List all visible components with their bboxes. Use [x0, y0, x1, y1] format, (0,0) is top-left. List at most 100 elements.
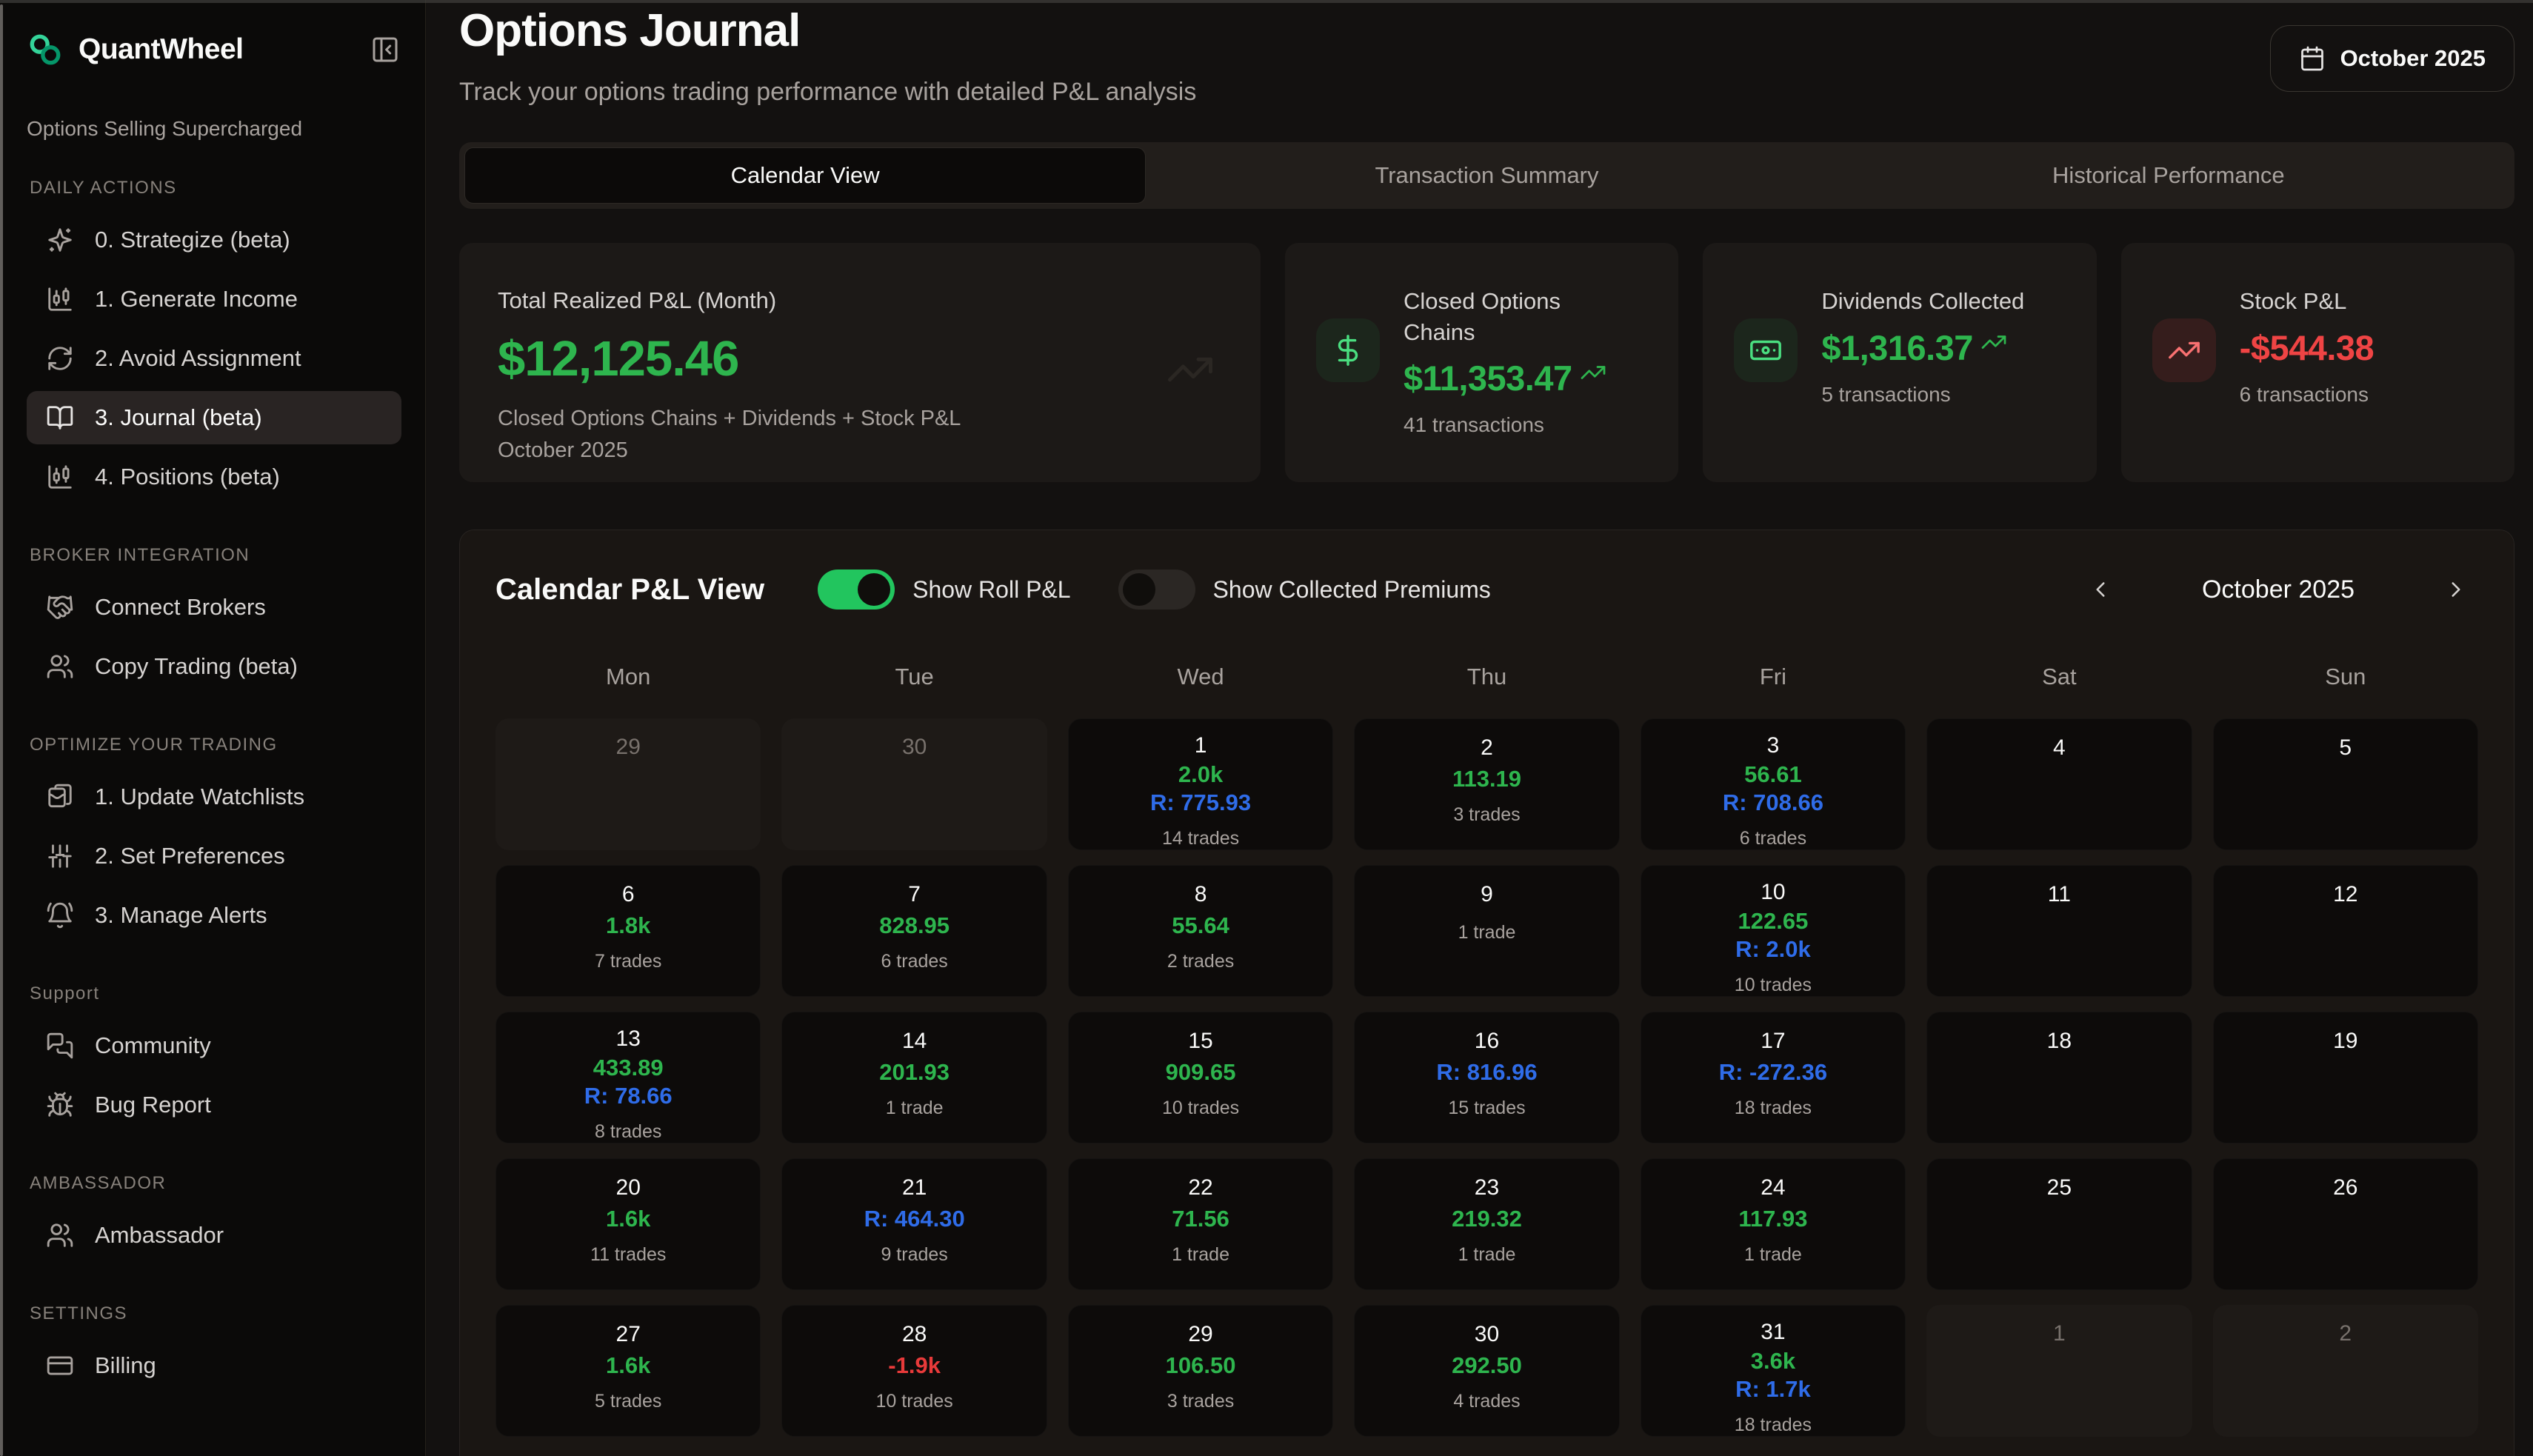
day-number: 5 — [2339, 731, 2352, 765]
calendar-day-cell-9[interactable]: 91 trade — [1354, 865, 1619, 997]
calendar-day-cell-19[interactable]: 19 — [2213, 1012, 2478, 1143]
day-trades-count: 6 trades — [1740, 828, 1806, 849]
sidebar-item-1-update-watchlists[interactable]: 1. Update Watchlists — [27, 770, 401, 824]
calendar-day-cell-10[interactable]: 10122.65R: 2.0k10 trades — [1641, 865, 1906, 997]
day-number: 22 — [1188, 1171, 1212, 1205]
sidebar-section: AMBASSADOR Ambassador — [27, 1173, 401, 1262]
day-trades-count: 3 trades — [1167, 1391, 1234, 1412]
sidebar-collapse-button[interactable] — [369, 33, 401, 66]
day-pnl: 828.95 — [879, 912, 950, 941]
calendar-day-cell-adjacent-1[interactable]: 1 — [1926, 1305, 2192, 1437]
sidebar-item-bug-report[interactable]: Bug Report — [27, 1078, 401, 1132]
page-subtitle: Track your options trading performance w… — [459, 78, 1196, 107]
users-icon — [46, 652, 74, 681]
sidebar-section-label: BROKER INTEGRATION — [30, 545, 401, 566]
day-trades-count: 8 trades — [595, 1121, 661, 1143]
sidebar-item-4-positions-beta[interactable]: 4. Positions (beta) — [27, 450, 401, 504]
sidebar-item-1-generate-income[interactable]: 1. Generate Income — [27, 273, 401, 326]
book-open-icon — [46, 404, 74, 432]
calendar-day-cell-27[interactable]: 271.6k5 trades — [495, 1305, 761, 1437]
calendar-day-cell-21[interactable]: 21R: 464.309 trades — [781, 1158, 1047, 1290]
sidebar-item-0-strategize-beta[interactable]: 0. Strategize (beta) — [27, 213, 401, 267]
day-header-thu: Thu — [1354, 664, 1619, 690]
calendar-day-cell-3[interactable]: 356.61R: 708.666 trades — [1641, 718, 1906, 850]
sidebar-item-2-avoid-assignment[interactable]: 2. Avoid Assignment — [27, 332, 401, 385]
sidebar-section: BROKER INTEGRATION Connect Brokers Copy Tr… — [27, 545, 401, 693]
calendar-day-cell-24[interactable]: 24117.931 trade — [1641, 1158, 1906, 1290]
tab-transaction-summary[interactable]: Transaction Summary — [1146, 147, 1827, 204]
window-scrollbar[interactable] — [0, 4, 3, 1456]
sidebar-item-community[interactable]: Community — [27, 1019, 401, 1072]
stat-desc: Closed Options Chains + Dividends + Stoc… — [498, 407, 1222, 431]
sidebar-item-ambassador[interactable]: Ambassador — [27, 1209, 401, 1262]
day-header-sun: Sun — [2213, 664, 2478, 690]
calendar-day-cell-adjacent-29[interactable]: 29 — [495, 718, 761, 850]
calendar-day-cell-17[interactable]: 17R: -272.3618 trades — [1641, 1012, 1906, 1143]
calendar-day-cell-30[interactable]: 30292.504 trades — [1354, 1305, 1619, 1437]
calendar-day-cell-22[interactable]: 2271.561 trade — [1068, 1158, 1333, 1290]
calendar-day-cell-adjacent-2[interactable]: 2 — [2213, 1305, 2478, 1437]
handshake-icon — [46, 593, 74, 621]
prev-month-button[interactable] — [2078, 567, 2123, 612]
day-pnl: 201.93 — [879, 1058, 950, 1087]
calendar-day-cell-16[interactable]: 16R: 816.9615 trades — [1354, 1012, 1619, 1143]
toggle-show-roll-p-l[interactable] — [818, 570, 895, 610]
calendar-day-cell-23[interactable]: 23219.321 trade — [1354, 1158, 1619, 1290]
day-trades-count: 4 trades — [1453, 1391, 1520, 1412]
day-roll-pnl: R: 464.30 — [864, 1205, 965, 1234]
sidebar-item-billing[interactable]: Billing — [27, 1339, 401, 1392]
day-header-fri: Fri — [1641, 664, 1906, 690]
calendar-day-cell-13[interactable]: 13433.89R: 78.668 trades — [495, 1012, 761, 1143]
window-top-edge — [0, 0, 2533, 3]
day-header-sat: Sat — [1926, 664, 2192, 690]
calendar-day-cell-14[interactable]: 14201.931 trade — [781, 1012, 1047, 1143]
day-number: 10 — [1761, 878, 1785, 907]
view-tabs: Calendar ViewTransaction SummaryHistoric… — [459, 142, 2514, 209]
calendar-day-cell-7[interactable]: 7828.956 trades — [781, 865, 1047, 997]
calendar-day-cell-1[interactable]: 12.0kR: 775.9314 trades — [1068, 718, 1333, 850]
day-trades-count: 10 trades — [1735, 975, 1812, 996]
sidebar-item-3-manage-alerts[interactable]: 3. Manage Alerts — [27, 889, 401, 942]
calendar-day-cell-11[interactable]: 11 — [1926, 865, 2192, 997]
sidebar-section-label: AMBASSADOR — [30, 1173, 401, 1194]
calendar-day-cell-12[interactable]: 12 — [2213, 865, 2478, 997]
tab-calendar-view[interactable]: Calendar View — [464, 147, 1146, 204]
calendar-day-cell-2[interactable]: 2113.193 trades — [1354, 718, 1619, 850]
day-roll-pnl: R: 78.66 — [584, 1082, 673, 1111]
month-picker-button[interactable]: October 2025 — [2270, 25, 2514, 92]
calendar-day-cell-4[interactable]: 4 — [1926, 718, 2192, 850]
calendar-day-cell-8[interactable]: 855.642 trades — [1068, 865, 1333, 997]
day-pnl: 909.65 — [1166, 1058, 1236, 1087]
calendar-day-cell-15[interactable]: 15909.6510 trades — [1068, 1012, 1333, 1143]
stat-label: Closed Options Chains — [1404, 286, 1611, 347]
next-month-button[interactable] — [2434, 567, 2478, 612]
calendar-day-cell-6[interactable]: 61.8k7 trades — [495, 865, 761, 997]
calendar-day-cell-18[interactable]: 18 — [1926, 1012, 2192, 1143]
day-number: 1 — [2053, 1317, 2066, 1351]
calendar-day-cell-20[interactable]: 201.6k11 trades — [495, 1158, 761, 1290]
calendar-day-cell-5[interactable]: 5 — [2213, 718, 2478, 850]
calendar-day-cell-28[interactable]: 28-1.9k10 trades — [781, 1305, 1047, 1437]
sidebar-item-label: 1. Update Watchlists — [95, 784, 304, 810]
sidebar-item-copy-trading-beta[interactable]: Copy Trading (beta) — [27, 640, 401, 693]
sidebar-item-label: Connect Brokers — [95, 594, 266, 621]
sidebar-item-connect-brokers[interactable]: Connect Brokers — [27, 581, 401, 634]
toggle-show-collected-premiums[interactable] — [1118, 570, 1195, 610]
brand-tagline: Options Selling Supercharged — [27, 117, 401, 141]
calendar-day-cell-adjacent-30[interactable]: 30 — [781, 718, 1047, 850]
brand-title: QuantWheel — [79, 33, 244, 66]
sidebar-item-label: 3. Journal (beta) — [95, 404, 262, 431]
sidebar-section: OPTIMIZE YOUR TRADING1. Update Watchlist… — [27, 735, 401, 942]
sidebar-item-2-set-preferences[interactable]: 2. Set Preferences — [27, 829, 401, 883]
toggle-wrap: Show Roll P&L — [818, 570, 1070, 610]
calendar-day-cell-31[interactable]: 313.6kR: 1.7k18 trades — [1641, 1305, 1906, 1437]
calendar-day-cell-25[interactable]: 25 — [1926, 1158, 2192, 1290]
tab-historical-performance[interactable]: Historical Performance — [1828, 147, 2509, 204]
day-number: 26 — [2333, 1171, 2357, 1205]
calendar-day-cell-26[interactable]: 26 — [2213, 1158, 2478, 1290]
sidebar-item-3-journal-beta[interactable]: 3. Journal (beta) — [27, 391, 401, 444]
messages-icon — [46, 1032, 74, 1060]
calendar-day-cell-29[interactable]: 29106.503 trades — [1068, 1305, 1333, 1437]
sidebar-item-label: Copy Trading (beta) — [95, 653, 298, 680]
stat-sub: 41 transactions — [1404, 413, 1611, 437]
